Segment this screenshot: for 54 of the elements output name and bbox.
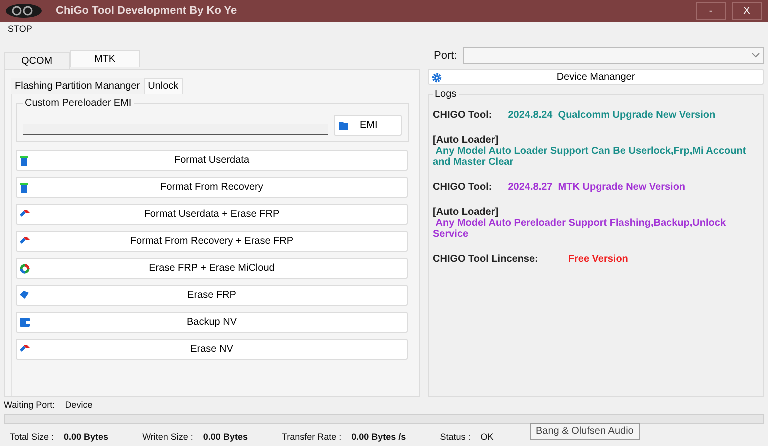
waiting-port-value: Device [65, 400, 93, 410]
action-button[interactable]: Format From Recovery [16, 177, 408, 198]
action-button[interactable]: Erase NV [16, 339, 408, 360]
group-title: Custom Pereloader EMI [24, 98, 133, 109]
eraser-icon [20, 345, 30, 354]
settings-icon [432, 73, 442, 83]
action-button[interactable]: Format Userdata + Erase FRP [16, 204, 408, 225]
action-button[interactable]: Erase FRP [16, 285, 408, 306]
stat-label: Writen Size : [142, 432, 194, 442]
tooltip: Bang & Olufsen Audio [530, 423, 640, 440]
emi-path-field[interactable] [23, 124, 328, 135]
group-title: Logs [434, 89, 458, 100]
eraser-icon [20, 291, 29, 299]
emi-button[interactable]: EMI [334, 115, 402, 136]
action-button[interactable]: Format From Recovery + Erase FRP [16, 231, 408, 252]
wallet-icon [20, 318, 30, 327]
window-title: ChiGo Tool Development By Ko Ye [56, 5, 238, 17]
device-manager-button[interactable]: Device Mananger [428, 69, 764, 85]
close-button[interactable]: X [732, 2, 762, 20]
log-label: [Auto Loader] [433, 135, 500, 146]
log-label: CHIGO Tool: [433, 110, 492, 121]
folder-icon [339, 122, 348, 130]
log-label: CHIGO Tool Lincense: [433, 254, 538, 265]
tab[interactable]: MTK [70, 50, 140, 67]
stat-value: 0.00 Bytes [64, 432, 109, 442]
waiting-port-label: Waiting Port: [4, 400, 56, 410]
port-label: Port: [434, 50, 458, 62]
action-button[interactable]: Format Userdata [16, 150, 408, 171]
tab[interactable]: QCOM [4, 52, 70, 69]
action-button[interactable]: Erase FRP + Erase MiCloud [16, 258, 408, 279]
log-message: 2024.8.24 Qualcomm Upgrade New Version [508, 110, 716, 121]
stat-value: 0.00 Bytes /s [352, 432, 406, 442]
action-button[interactable]: Backup NV [16, 312, 408, 333]
menu-item[interactable]: STOP [8, 24, 32, 34]
log-label: CHIGO Tool: [433, 182, 492, 193]
ring-icon [20, 264, 30, 274]
log-message: Any Model Auto Loader Support Can Be Userlock,Frp,Mi Account and Master Clear [433, 146, 748, 168]
tab[interactable]: Unlock [144, 78, 183, 94]
trash-icon [20, 183, 28, 193]
stat-label: Status : [440, 432, 471, 442]
log-message: Free Version [568, 254, 628, 265]
stat-value: 0.00 Bytes [203, 432, 248, 442]
stat-label: Transfer Rate : [282, 432, 342, 442]
trash-icon [20, 156, 28, 166]
eraser-icon [20, 237, 30, 246]
chevron-icon [752, 53, 760, 58]
log-message: 2024.8.27 MTK Upgrade New Version [508, 182, 686, 193]
stat-label: Total Size : [10, 432, 54, 442]
log-message: Any Model Auto Pereloader Support Flashing,Backup,Unlock Service [433, 218, 728, 240]
minimize-button[interactable]: - [696, 2, 726, 20]
logo-icon [6, 4, 42, 18]
stat-value: OK [480, 432, 494, 442]
log-label: [Auto Loader] [433, 207, 500, 218]
eraser-icon [20, 210, 30, 219]
